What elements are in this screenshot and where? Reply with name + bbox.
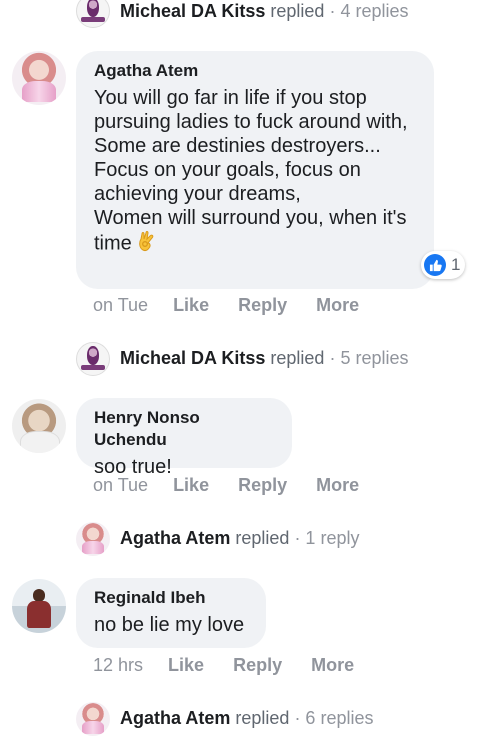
replier-avatar[interactable] — [76, 522, 110, 556]
comment-actions: on Tue Like Reply More — [93, 474, 383, 496]
reply-button[interactable]: Reply — [238, 474, 287, 496]
comment-text: no be lie my love — [94, 614, 245, 636]
like-button[interactable]: Like — [168, 654, 204, 676]
like-button[interactable]: Like — [173, 474, 209, 496]
reaction-badge[interactable]: 1 — [421, 251, 465, 279]
reply-summary[interactable]: Agatha Atem replied · 1 reply — [120, 527, 359, 549]
replier-name[interactable]: Micheal DA Kitss — [120, 348, 265, 368]
more-button[interactable]: More — [311, 654, 354, 676]
like-button[interactable]: Like — [173, 294, 209, 316]
comment-author[interactable]: Reginald Ibeh — [94, 587, 248, 609]
reply-button[interactable]: Reply — [238, 294, 287, 316]
more-button[interactable]: More — [316, 294, 359, 316]
replier-name[interactable]: Micheal DA Kitss — [120, 1, 265, 21]
replier-name[interactable]: Agatha Atem — [120, 528, 230, 548]
reply-count[interactable]: · 5 replies — [329, 348, 408, 368]
comment-time[interactable]: 12 hrs — [93, 654, 143, 676]
like-icon — [424, 254, 446, 276]
reply-button[interactable]: Reply — [233, 654, 282, 676]
replied-verb: replied — [235, 708, 290, 728]
reply-summary[interactable]: Micheal DA Kitss replied · 4 replies — [120, 0, 408, 22]
comment-bubble: Henry Nonso Uchendu soo true! — [76, 398, 292, 478]
comment-bubble: Agatha Atem You will go far in life if y… — [76, 51, 434, 289]
replier-avatar[interactable] — [76, 702, 110, 736]
comment-time[interactable]: on Tue — [93, 474, 148, 496]
comment-actions: 12 hrs Like Reply More — [93, 654, 378, 676]
comment-bubble: Reginald Ibeh no be lie my love — [76, 578, 266, 648]
replier-avatar[interactable] — [76, 0, 110, 28]
commenter-avatar[interactable] — [12, 51, 66, 105]
replied-verb: replied — [270, 1, 325, 21]
replied-verb: replied — [235, 528, 290, 548]
reply-count[interactable]: · 6 replies — [294, 708, 373, 728]
comment-author[interactable]: Henry Nonso Uchendu — [94, 407, 274, 451]
comment-author[interactable]: Agatha Atem — [94, 60, 416, 82]
reaction-count: 1 — [451, 255, 461, 274]
replier-name[interactable]: Agatha Atem — [120, 708, 230, 728]
commenter-avatar[interactable] — [12, 399, 66, 453]
reply-summary[interactable]: Agatha Atem replied · 6 replies — [120, 707, 373, 729]
reply-count[interactable]: · 4 replies — [329, 1, 408, 21]
replied-verb: replied — [270, 348, 325, 368]
more-button[interactable]: More — [316, 474, 359, 496]
reply-summary[interactable]: Micheal DA Kitss replied · 5 replies — [120, 347, 408, 369]
ok-hand-emoji-icon — [137, 230, 157, 258]
comment-time[interactable]: on Tue — [93, 294, 148, 316]
comment-text: You will go far in life if you stop purs… — [94, 86, 416, 258]
comment-actions: on Tue Like Reply More — [93, 294, 383, 316]
commenter-avatar[interactable] — [12, 579, 66, 633]
replier-avatar[interactable] — [76, 342, 110, 376]
reply-count[interactable]: · 1 reply — [294, 528, 359, 548]
